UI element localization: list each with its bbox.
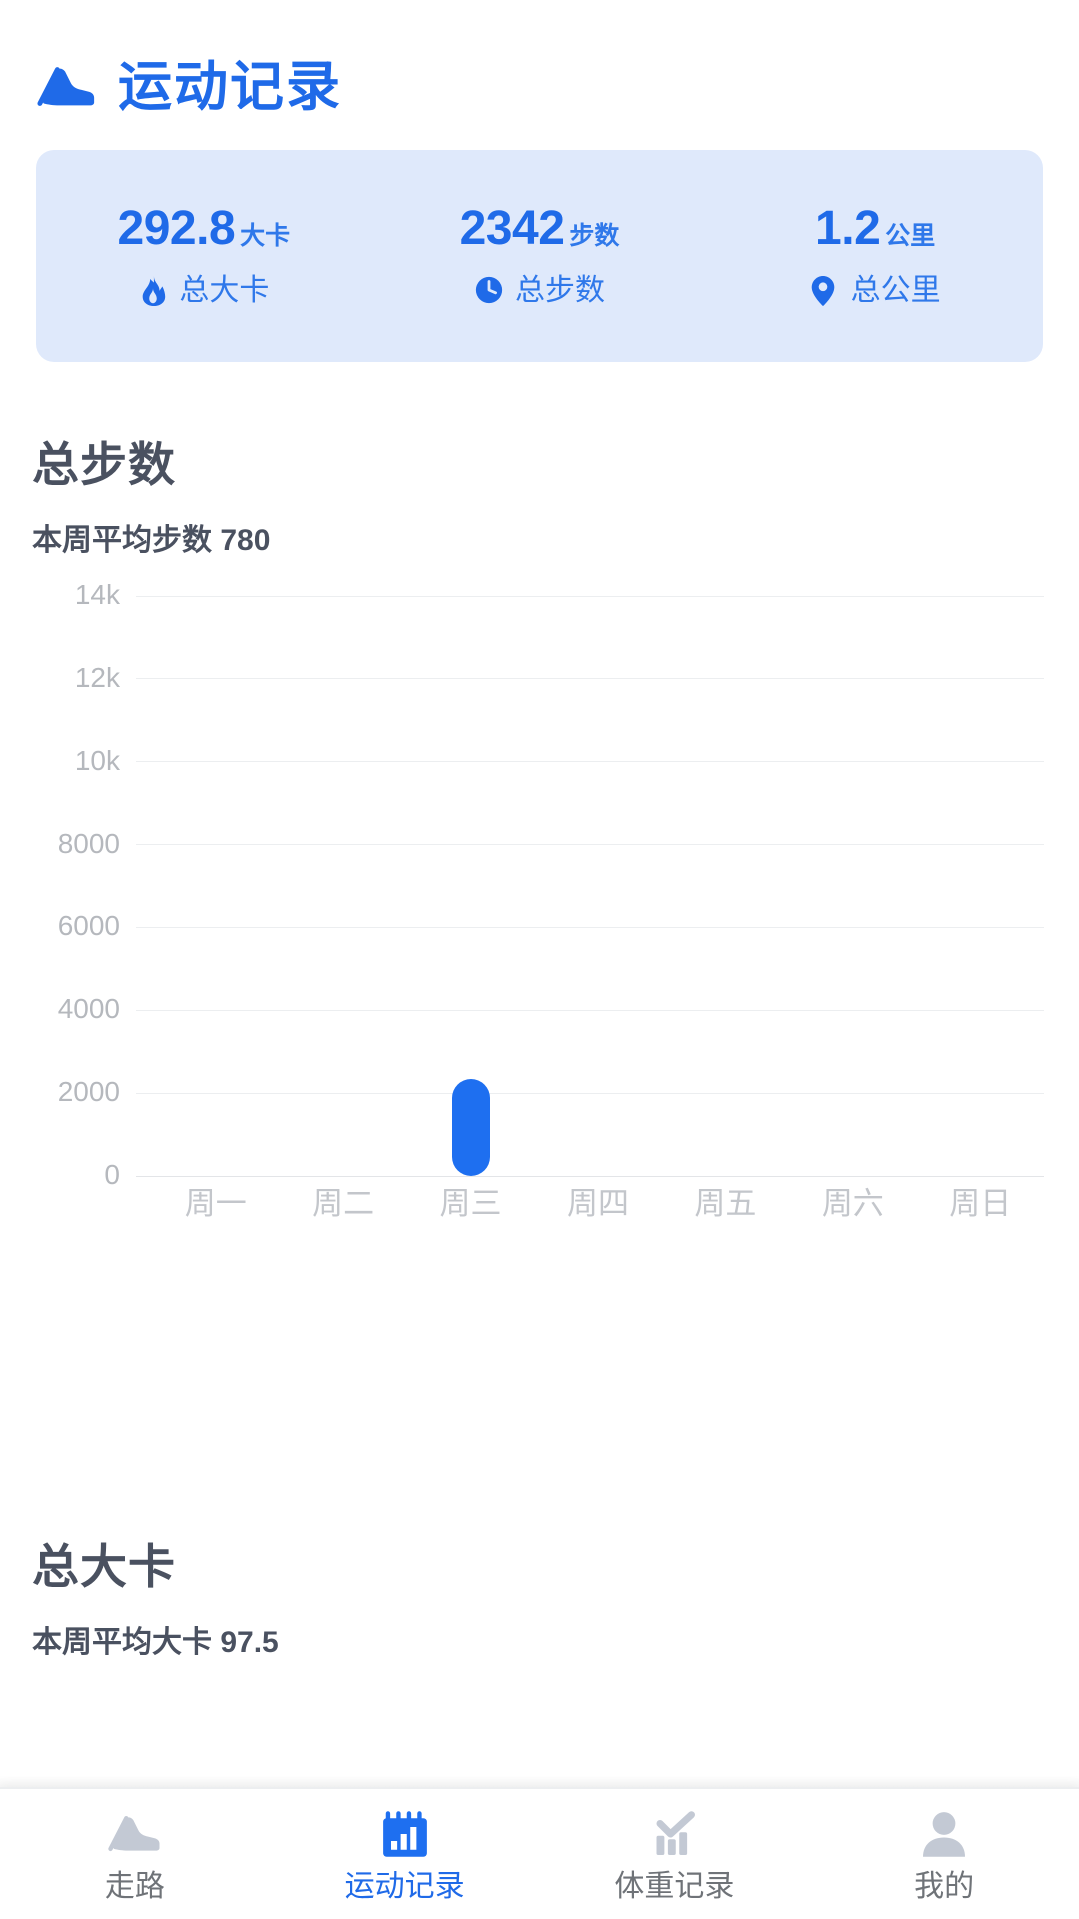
chart-bar-slot[interactable] — [534, 596, 661, 1176]
summary-value: 292.8 — [117, 202, 236, 255]
summary-item-steps: 2342 步数 总步数 — [372, 205, 708, 307]
summary-item-calories: 292.8 大卡 总大卡 — [36, 205, 372, 307]
chart-clipboard-icon — [377, 1806, 433, 1862]
chart-bar-slot[interactable] — [917, 596, 1044, 1176]
chart-y-tick-label: 14k — [74, 579, 120, 611]
chart-bar-slot[interactable] — [152, 596, 279, 1176]
page-header: 运动记录 — [36, 48, 342, 126]
shoe-icon — [36, 56, 98, 118]
chart-y-tick-label: 12k — [74, 661, 120, 693]
clock-icon — [474, 275, 504, 307]
tab-label: 走路 — [104, 1870, 165, 1903]
summary-card: 292.8 大卡 总大卡 2342 步数 总步数 1.2 公里 总公里 — [36, 150, 1043, 362]
chart-bars — [152, 596, 1044, 1177]
bottom-tab-bar: 走路 运动记录 体重记录 我的 — [0, 1787, 1079, 1919]
chart-x-tick-label: 周二 — [312, 1186, 375, 1222]
person-icon — [916, 1806, 972, 1862]
chart-bar-slot[interactable] — [789, 596, 916, 1176]
location-pin-icon — [810, 275, 840, 307]
summary-label: 总步数 — [515, 274, 605, 307]
shoe-icon — [107, 1806, 163, 1862]
section-title: 总大卡 — [32, 1540, 176, 1593]
summary-label-row: 总大卡 — [138, 275, 269, 307]
summary-label: 总公里 — [850, 274, 941, 307]
chart-x-axis: 周一 周二 周三 周四 周五 周六 周日 — [152, 1188, 1044, 1219]
tab-walk[interactable]: 走路 — [0, 1789, 270, 1919]
chart-x-tick-label: 周一 — [184, 1186, 247, 1222]
summary-item-distance: 1.2 公里 总公里 — [707, 205, 1043, 307]
chart-y-tick-label: 4000 — [57, 993, 120, 1025]
chart-bar-slot[interactable] — [279, 596, 406, 1176]
summary-label: 总大卡 — [179, 274, 270, 307]
chart-y-tick-label: 6000 — [57, 910, 120, 942]
bar-chart-check-icon — [646, 1806, 702, 1862]
chart-bar-slot[interactable] — [662, 596, 789, 1176]
chart-x-tick-label: 周五 — [694, 1186, 757, 1222]
summary-label-row: 总步数 — [474, 275, 605, 307]
chart-x-tick-label: 周六 — [821, 1186, 884, 1222]
summary-value-row: 2342 步数 — [460, 205, 620, 253]
page-title: 运动记录 — [118, 57, 342, 117]
chart-y-tick-label: 10k — [74, 744, 120, 776]
chart-x-tick-label: 周日 — [949, 1186, 1012, 1222]
chart-plot-area — [152, 596, 1044, 1177]
section-subtitle: 本周平均步数 780 — [32, 524, 271, 558]
section-subtitle: 本周平均大卡 97.5 — [32, 1626, 279, 1660]
tab-label: 体重记录 — [614, 1870, 735, 1903]
section-total-steps: 总步数 本周平均步数 780 14k 12k 10k 8000 6000 4000 2000… — [0, 438, 1079, 1219]
section-total-calories: 总大卡 本周平均大卡 97.5 — [0, 1540, 1079, 1658]
summary-value-row: 1.2 公里 — [815, 205, 935, 253]
summary-unit: 大卡 — [240, 222, 291, 250]
tab-label: 运动记录 — [344, 1870, 465, 1903]
chart-y-tick-label: 8000 — [57, 827, 120, 859]
fire-icon — [138, 275, 168, 307]
chart-x-tick-label: 周四 — [566, 1186, 629, 1222]
tab-weight-record[interactable]: 体重记录 — [540, 1789, 810, 1919]
summary-unit: 步数 — [569, 222, 620, 250]
tab-label: 我的 — [914, 1870, 975, 1903]
chart-x-tick-label: 周三 — [439, 1186, 502, 1222]
steps-bar-chart: 14k 12k 10k 8000 6000 4000 2000 0 周一 周二 周三 周四 周五 周六周… — [32, 581, 1044, 1219]
summary-value: 1.2 — [815, 202, 881, 255]
summary-value-row: 292.8 大卡 — [118, 205, 291, 253]
tab-sport-record[interactable]: 运动记录 — [270, 1789, 540, 1919]
summary-unit: 公里 — [885, 222, 936, 250]
section-title: 总步数 — [32, 438, 176, 491]
chart-bar-slot[interactable] — [407, 596, 534, 1177]
chart-y-tick-label: 0 — [104, 1159, 120, 1191]
chart-y-tick-label: 2000 — [57, 1076, 120, 1108]
summary-value: 2342 — [459, 202, 565, 255]
summary-label-row: 总公里 — [810, 275, 941, 307]
chart-bar[interactable] — [451, 1079, 490, 1177]
tab-profile[interactable]: 我的 — [809, 1789, 1079, 1919]
